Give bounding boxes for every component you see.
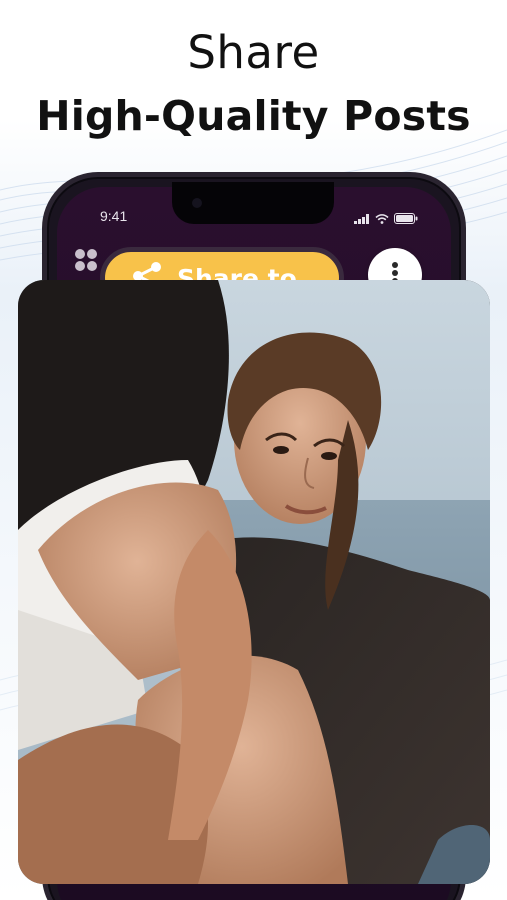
headline-share: Share <box>187 26 320 79</box>
status-icons <box>354 209 418 228</box>
battery-icon <box>394 209 418 228</box>
grid-icon[interactable] <box>74 248 98 272</box>
phone-notch <box>172 182 334 224</box>
status-time: 9:41 <box>100 208 128 224</box>
photo-image <box>18 280 490 884</box>
wifi-icon <box>375 209 389 228</box>
post-photo[interactable] <box>18 280 490 884</box>
signal-icon <box>354 209 370 228</box>
camera-icon <box>192 198 202 208</box>
headline-high-quality-posts: High-Quality Posts <box>36 92 471 140</box>
